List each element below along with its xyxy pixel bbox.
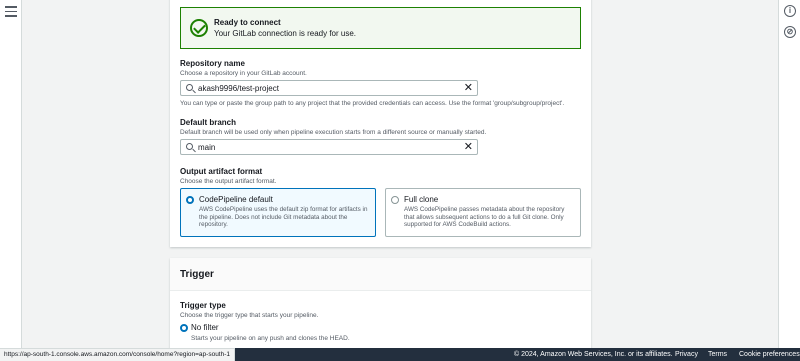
info-icon[interactable]: i — [784, 5, 796, 17]
trigger-option-description: Starts your pipeline on any push and clo… — [191, 335, 350, 342]
alert-title: Ready to connect — [214, 18, 281, 27]
branch-input[interactable]: main ✕ — [180, 139, 478, 155]
trigger-header: Trigger — [170, 258, 591, 291]
branch-label: Default branch — [180, 118, 237, 127]
radio-selected[interactable] — [186, 196, 194, 204]
right-tools-rail: i ⊘ — [778, 0, 800, 361]
branch-description: Default branch will be used only when pi… — [180, 129, 487, 136]
repository-value: akash9996/test-project — [198, 84, 279, 93]
option-title: CodePipeline default — [199, 195, 273, 204]
artifact-label: Output artifact format — [180, 167, 263, 176]
settings-icon[interactable]: ⊘ — [784, 26, 796, 38]
footer-terms-link[interactable]: Terms — [708, 351, 727, 358]
radio-unselected[interactable] — [391, 196, 399, 204]
close-icon[interactable]: ✕ — [464, 141, 473, 153]
option-description: AWS CodePipeline uses the default zip fo… — [199, 206, 368, 228]
trigger-card: Trigger Trigger type Choose the trigger … — [170, 258, 591, 361]
trigger-title: Trigger — [180, 269, 214, 280]
repository-label: Repository name — [180, 59, 245, 68]
trigger-type-label: Trigger type — [180, 301, 226, 310]
trigger-option-title[interactable]: No filter — [191, 323, 219, 332]
branch-value: main — [198, 143, 216, 152]
artifact-option-codepipeline-default[interactable]: CodePipeline default AWS CodePipeline us… — [180, 188, 376, 237]
option-title: Full clone — [404, 195, 439, 204]
menu-icon[interactable] — [5, 6, 17, 17]
success-alert: Ready to connect Your GitLab connection … — [180, 7, 581, 49]
footer-cookie-link[interactable]: Cookie preferences — [739, 351, 800, 358]
search-icon — [186, 84, 193, 91]
artifact-description: Choose the output artifact format. — [180, 178, 277, 185]
left-navigation-rail — [0, 0, 22, 361]
repository-input[interactable]: akash9996/test-project ✕ — [180, 80, 478, 96]
footer-copyright: © 2024, Amazon Web Services, Inc. or its… — [514, 351, 673, 358]
repository-hint: You can type or paste the group path to … — [180, 100, 565, 107]
footer-privacy-link[interactable]: Privacy — [675, 351, 698, 358]
alert-message: Your GitLab connection is ready for use. — [214, 29, 357, 38]
check-circle-icon — [190, 19, 208, 37]
repository-description: Choose a repository in your GitLab accou… — [180, 70, 307, 77]
trigger-type-description: Choose the trigger type that starts your… — [180, 312, 319, 319]
option-description: AWS CodePipeline passes metadata about t… — [404, 206, 565, 228]
source-settings-card: Ready to connect Your GitLab connection … — [170, 0, 591, 247]
radio-selected[interactable] — [180, 324, 188, 332]
artifact-option-full-clone[interactable]: Full clone AWS CodePipeline passes metad… — [385, 188, 581, 237]
status-bar-url: https://ap-south-1.console.aws.amazon.co… — [0, 348, 236, 361]
search-icon — [186, 143, 193, 150]
close-icon[interactable]: ✕ — [464, 82, 473, 94]
